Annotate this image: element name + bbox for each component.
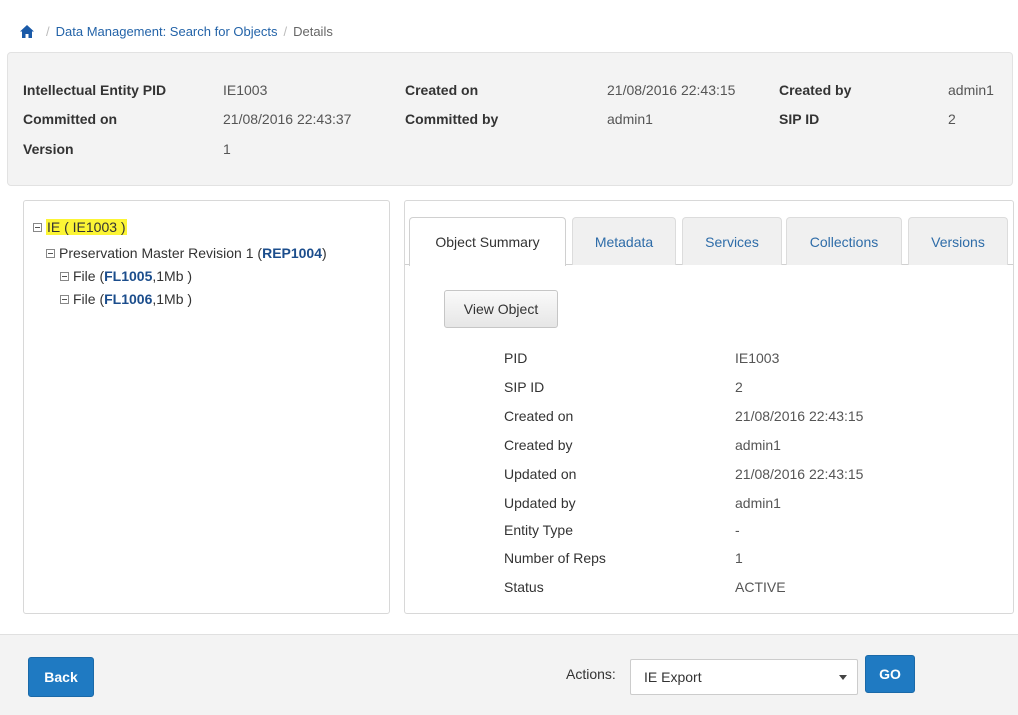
committed-by-label: Committed by <box>405 111 499 127</box>
collapse-icon[interactable] <box>46 248 55 258</box>
tree-node-file-suffix: ,1Mb ) <box>152 268 193 284</box>
ie-pid-label: Intellectual Entity PID <box>23 82 167 98</box>
object-detail-panel: Object Summary Metadata Services Collect… <box>404 200 1014 614</box>
tree-node-rep-prefix: Preservation Master Revision 1 ( <box>59 245 263 261</box>
view-object-button[interactable]: View Object <box>444 290 558 328</box>
prop-label: Updated by <box>504 495 576 511</box>
prop-value: - <box>735 522 740 538</box>
prop-label: Updated on <box>504 466 577 482</box>
tree-node-rep-suffix: ) <box>322 245 327 261</box>
prop-label: Status <box>504 579 544 595</box>
version-label: Version <box>23 141 74 157</box>
actions-select[interactable]: IE Export <box>630 659 858 695</box>
tab-metadata[interactable]: Metadata <box>572 217 676 265</box>
committed-on-value: 21/08/2016 22:43:37 <box>223 111 352 127</box>
prop-label: Created on <box>504 408 574 424</box>
created-on-value: 21/08/2016 22:43:15 <box>607 82 736 98</box>
ie-pid-value: IE1003 <box>223 82 268 98</box>
tree-node-file[interactable]: File ( FL1005 ,1Mb ) <box>60 268 192 284</box>
rep-id-link[interactable]: REP1004 <box>262 245 322 261</box>
prop-value: admin1 <box>735 495 781 511</box>
tree-node-file-prefix: File ( <box>73 268 105 284</box>
breadcrumb: / Data Management: Search for Objects / … <box>20 20 333 42</box>
breadcrumb-current: Details <box>293 23 333 39</box>
version-value: 1 <box>223 141 231 157</box>
prop-label: Entity Type <box>504 522 574 538</box>
prop-value: admin1 <box>735 437 781 453</box>
go-button[interactable]: GO <box>865 655 915 693</box>
file-id-link[interactable]: FL1005 <box>104 268 152 284</box>
prop-label: Created by <box>504 437 573 453</box>
prop-label: Number of Reps <box>504 550 606 566</box>
actions-selected-value: IE Export <box>644 669 702 685</box>
tab-services[interactable]: Services <box>682 217 782 265</box>
sip-id-value: 2 <box>948 111 956 127</box>
footer-bar: Back Actions: IE Export GO <box>0 634 1018 715</box>
tree-node-ie[interactable]: IE ( IE1003 ) <box>33 219 127 235</box>
prop-value: 1 <box>735 550 743 566</box>
tab-collections[interactable]: Collections <box>786 217 902 265</box>
chevron-down-icon <box>839 675 847 680</box>
home-icon[interactable] <box>20 24 34 38</box>
object-tree-panel: IE ( IE1003 ) Preservation Master Revisi… <box>23 200 390 614</box>
tree-node-file-suffix: ,1Mb ) <box>152 291 193 307</box>
tree-node-file-prefix: File ( <box>73 291 105 307</box>
sip-id-label: SIP ID <box>779 111 820 127</box>
tree-node-ie-label[interactable]: IE ( IE1003 ) <box>46 219 127 235</box>
prop-label: PID <box>504 350 528 366</box>
committed-on-label: Committed on <box>23 111 118 127</box>
created-on-label: Created on <box>405 82 479 98</box>
prop-value: 21/08/2016 22:43:15 <box>735 466 864 482</box>
prop-label: SIP ID <box>504 379 545 395</box>
collapse-icon[interactable] <box>33 222 42 232</box>
tab-versions[interactable]: Versions <box>908 217 1008 265</box>
tree-node-file[interactable]: File ( FL1006 ,1Mb ) <box>60 291 192 307</box>
collapse-icon[interactable] <box>60 294 69 304</box>
created-by-label: Created by <box>779 82 852 98</box>
prop-value: 2 <box>735 379 743 395</box>
prop-value: 21/08/2016 22:43:15 <box>735 408 864 424</box>
committed-by-value: admin1 <box>607 111 653 127</box>
created-by-value: admin1 <box>948 82 994 98</box>
breadcrumb-link-search[interactable]: Data Management: Search for Objects <box>56 24 278 39</box>
prop-value: ACTIVE <box>735 579 786 595</box>
tab-object-summary[interactable]: Object Summary <box>409 217 566 266</box>
collapse-icon[interactable] <box>60 271 69 281</box>
detail-tabs: Object Summary Metadata Services Collect… <box>405 217 1013 266</box>
breadcrumb-separator: / <box>46 23 50 39</box>
actions-label: Actions: <box>566 666 616 682</box>
file-id-link[interactable]: FL1006 <box>104 291 152 307</box>
ie-header-panel: Intellectual Entity PID IE1003 Created o… <box>7 52 1013 186</box>
prop-value: IE1003 <box>735 350 780 366</box>
tree-node-representation[interactable]: Preservation Master Revision 1 ( REP1004… <box>46 245 327 261</box>
breadcrumb-separator: / <box>283 23 288 39</box>
back-button[interactable]: Back <box>28 657 94 697</box>
